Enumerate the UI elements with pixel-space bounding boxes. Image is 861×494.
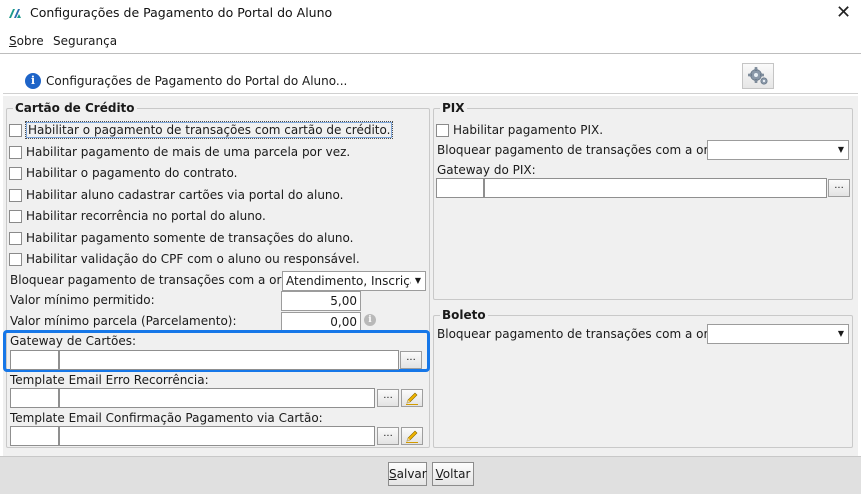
menu-sobre-mnemonic: S bbox=[9, 34, 17, 48]
boleto-legend: Boleto bbox=[440, 308, 488, 322]
info-hint-icon[interactable]: i bbox=[364, 314, 376, 326]
min-value-input[interactable]: 5,00 bbox=[281, 291, 361, 311]
info-icon: i bbox=[25, 73, 41, 89]
enable-pix-checkbox[interactable] bbox=[436, 123, 449, 137]
gateway-cards-label: Gateway de Cartões: bbox=[10, 334, 137, 348]
confirm-template-code-input[interactable] bbox=[10, 426, 59, 446]
cb-row-contract-payment[interactable]: Habilitar o pagamento do contrato. bbox=[9, 164, 237, 182]
cpf-validation-label: Habilitar validação do CPF com o aluno o… bbox=[26, 252, 360, 266]
menu-seguranca[interactable]: Segurança bbox=[53, 34, 117, 48]
confirm-template-search-button[interactable]: ... bbox=[377, 427, 399, 445]
contract-payment-label: Habilitar o pagamento do contrato. bbox=[26, 166, 238, 180]
menu-sobre[interactable]: Sobre bbox=[9, 34, 44, 48]
pencil-icon bbox=[406, 430, 418, 443]
cc-block-origin-select[interactable]: Atendimento, Inscrição... ▼ bbox=[282, 271, 426, 291]
pix-block-origin-label: Bloquear pagamento de transações com a o… bbox=[437, 143, 743, 157]
title-bar: Configurações de Pagamento do Portal do … bbox=[0, 0, 861, 28]
gateway-cards-name-input[interactable] bbox=[59, 350, 399, 370]
cc-block-origin-value: Atendimento, Inscrição... bbox=[286, 274, 426, 288]
student-transactions-label: Habilitar pagamento somente de transaçõe… bbox=[26, 231, 354, 245]
gateway-cards-search-button[interactable]: ... bbox=[400, 351, 422, 369]
recurrence-checkbox[interactable] bbox=[9, 209, 22, 223]
cb-row-enable-pix[interactable]: Habilitar pagamento PIX. bbox=[436, 121, 603, 139]
chevron-down-icon: ▼ bbox=[834, 325, 848, 343]
confirm-template-edit-button[interactable] bbox=[401, 427, 423, 445]
chevron-down-icon: ▼ bbox=[411, 272, 425, 290]
close-button[interactable]: ✕ bbox=[826, 0, 861, 28]
register-cards-checkbox[interactable] bbox=[9, 188, 22, 202]
app-logo-icon bbox=[9, 9, 21, 18]
student-transactions-checkbox[interactable] bbox=[9, 231, 22, 245]
back-mnemonic: V bbox=[435, 467, 443, 481]
boleto-block-origin-select[interactable]: ▼ bbox=[707, 324, 849, 344]
footer-bar bbox=[0, 456, 861, 494]
chevron-down-icon: ▼ bbox=[834, 141, 848, 159]
enable-pix-label: Habilitar pagamento PIX. bbox=[453, 123, 604, 137]
confirm-template-name-input[interactable] bbox=[59, 426, 375, 446]
cb-row-recurrence[interactable]: Habilitar recorrência no portal do aluno… bbox=[9, 207, 266, 225]
credit-card-legend: Cartão de Crédito bbox=[13, 101, 137, 115]
pix-gateway-name-input[interactable] bbox=[484, 178, 827, 198]
menu-bar: Sobre Segurança bbox=[0, 30, 861, 54]
pix-gateway-code-input[interactable] bbox=[436, 178, 484, 198]
cb-row-student-transactions[interactable]: Habilitar pagamento somente de transaçõe… bbox=[9, 229, 353, 247]
back-rest: oltar bbox=[442, 467, 471, 481]
error-template-search-button[interactable]: ... bbox=[377, 389, 399, 407]
gateway-cards-code-input[interactable] bbox=[10, 350, 59, 370]
pix-legend: PIX bbox=[440, 101, 467, 115]
header-title: Configurações de Pagamento do Portal do … bbox=[46, 74, 348, 88]
window-title: Configurações de Pagamento do Portal do … bbox=[30, 5, 333, 20]
gears-icon bbox=[748, 67, 768, 85]
enable-credit-card-checkbox[interactable] bbox=[9, 123, 22, 137]
contract-payment-checkbox[interactable] bbox=[9, 166, 22, 180]
enable-credit-card-label: Habilitar o pagamento de transações com … bbox=[24, 121, 394, 139]
min-installment-label: Valor mínimo parcela (Parcelamento): bbox=[10, 314, 237, 328]
settings-button[interactable] bbox=[742, 63, 774, 89]
pix-gateway-label: Gateway do PIX: bbox=[437, 163, 536, 177]
multiple-installments-checkbox[interactable] bbox=[9, 145, 22, 159]
cpf-validation-checkbox[interactable] bbox=[9, 252, 22, 266]
register-cards-label: Habilitar aluno cadastrar cartões via po… bbox=[26, 188, 344, 202]
menu-sobre-rest: obre bbox=[16, 34, 44, 48]
back-button[interactable]: Voltar bbox=[432, 462, 474, 486]
error-template-label: Template Email Erro Recorrência: bbox=[10, 373, 209, 387]
save-button[interactable]: Salvar bbox=[388, 462, 427, 486]
min-installment-input[interactable]: 0,00 bbox=[281, 312, 361, 332]
error-template-name-input[interactable] bbox=[59, 388, 375, 408]
save-mnemonic: S bbox=[389, 467, 397, 481]
cb-row-enable-credit-card[interactable]: Habilitar o pagamento de transações com … bbox=[9, 121, 394, 139]
cb-row-multiple-installments[interactable]: Habilitar pagamento de mais de uma parce… bbox=[9, 143, 350, 161]
min-value-label: Valor mínimo permitido: bbox=[10, 293, 155, 307]
error-template-code-input[interactable] bbox=[10, 388, 59, 408]
cb-row-cpf-validation[interactable]: Habilitar validação do CPF com o aluno o… bbox=[9, 250, 360, 268]
boleto-block-origin-label: Bloquear pagamento de transações com a o… bbox=[437, 327, 743, 341]
pix-block-origin-select[interactable]: ▼ bbox=[707, 140, 849, 160]
cc-block-origin-label: Bloquear pagamento de transações com a o… bbox=[10, 273, 316, 287]
error-template-edit-button[interactable] bbox=[401, 389, 423, 407]
save-rest: alvar bbox=[396, 467, 427, 481]
pencil-icon bbox=[406, 392, 418, 405]
confirm-template-label: Template Email Confirmação Pagamento via… bbox=[10, 411, 323, 425]
recurrence-label: Habilitar recorrência no portal do aluno… bbox=[26, 209, 266, 223]
multiple-installments-label: Habilitar pagamento de mais de uma parce… bbox=[26, 145, 351, 159]
pix-gateway-search-button[interactable]: ... bbox=[828, 179, 850, 197]
cb-row-register-cards[interactable]: Habilitar aluno cadastrar cartões via po… bbox=[9, 186, 343, 204]
